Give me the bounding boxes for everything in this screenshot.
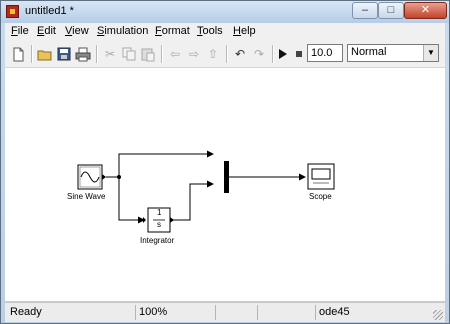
open-folder-icon[interactable] bbox=[36, 45, 54, 63]
sine-wave-block[interactable] bbox=[77, 164, 106, 190]
zoom-level: 100% bbox=[135, 305, 215, 320]
minimize-button[interactable]: – bbox=[352, 2, 378, 19]
copy-icon[interactable] bbox=[120, 45, 138, 63]
chevron-down-icon[interactable]: ▼ bbox=[423, 45, 438, 61]
simulation-mode-select[interactable]: Normal ▼ bbox=[347, 44, 439, 62]
sine-wave-label: Sine Wave bbox=[67, 192, 106, 201]
toolbar-separator bbox=[161, 45, 162, 63]
solver-name: ode45 bbox=[315, 305, 431, 320]
mux-block[interactable] bbox=[224, 161, 229, 193]
scope-block[interactable] bbox=[307, 163, 335, 190]
menu-format[interactable]: Format bbox=[155, 25, 190, 37]
resize-grip-icon[interactable] bbox=[433, 310, 443, 320]
integrator-denominator: s bbox=[157, 220, 161, 229]
paste-icon[interactable] bbox=[139, 45, 157, 63]
stop-time-input[interactable]: 10.0 bbox=[307, 44, 343, 62]
status-bar: Ready 100% ode45 bbox=[5, 302, 445, 322]
menu-edit[interactable]: Edit bbox=[37, 25, 56, 37]
model-window: untitled1 * – □ ✕ File Edit View Simulat… bbox=[0, 0, 450, 324]
redo-icon[interactable]: ↷ bbox=[250, 45, 268, 63]
menu-view[interactable]: View bbox=[65, 25, 89, 37]
toolbar-separator bbox=[96, 45, 97, 63]
start-simulation-icon[interactable] bbox=[273, 45, 291, 63]
status-cell-empty bbox=[215, 305, 257, 320]
maximize-button[interactable]: □ bbox=[378, 2, 404, 19]
stop-simulation-icon[interactable] bbox=[290, 45, 308, 63]
window-title: untitled1 * bbox=[25, 5, 74, 17]
status-cell-empty bbox=[257, 305, 315, 320]
save-disk-icon[interactable] bbox=[55, 45, 73, 63]
scope-label: Scope bbox=[309, 192, 332, 201]
new-document-icon[interactable] bbox=[9, 45, 27, 63]
close-button[interactable]: ✕ bbox=[404, 2, 447, 19]
forward-arrow-icon[interactable]: ⇨ bbox=[185, 45, 203, 63]
toolbar: ✂ ⇦ ⇨ ⇧ ↶ ↷ 10.0 Normal ▼ bbox=[5, 41, 445, 68]
menu-bar: File Edit View Simulation Format Tools H… bbox=[5, 23, 445, 41]
integrator-label: Integrator bbox=[140, 236, 175, 245]
menu-help[interactable]: Help bbox=[233, 25, 256, 37]
toolbar-separator bbox=[226, 45, 227, 63]
branch-point bbox=[117, 175, 121, 179]
title-bar[interactable]: untitled1 * – □ ✕ bbox=[1, 1, 449, 23]
up-arrow-icon[interactable]: ⇧ bbox=[204, 45, 222, 63]
model-canvas[interactable]: Sine Wave 1 s Integrator Scope bbox=[5, 68, 445, 301]
status-text: Ready bbox=[10, 306, 42, 318]
integrator-numerator: 1 bbox=[157, 208, 162, 217]
back-arrow-icon[interactable]: ⇦ bbox=[166, 45, 184, 63]
toolbar-separator bbox=[31, 45, 32, 63]
simulation-mode-value: Normal bbox=[351, 46, 387, 58]
menu-simulation[interactable]: Simulation bbox=[97, 25, 148, 37]
menu-tools[interactable]: Tools bbox=[197, 25, 223, 37]
cut-icon[interactable]: ✂ bbox=[101, 45, 119, 63]
printer-icon[interactable] bbox=[74, 45, 92, 63]
undo-icon[interactable]: ↶ bbox=[231, 45, 249, 63]
menu-file[interactable]: File bbox=[11, 25, 29, 37]
block-diagram bbox=[77, 150, 335, 233]
signal-line[interactable] bbox=[106, 150, 214, 178]
signal-line[interactable] bbox=[118, 177, 145, 224]
signal-line[interactable] bbox=[171, 180, 214, 221]
simulink-logo-icon bbox=[6, 5, 19, 18]
